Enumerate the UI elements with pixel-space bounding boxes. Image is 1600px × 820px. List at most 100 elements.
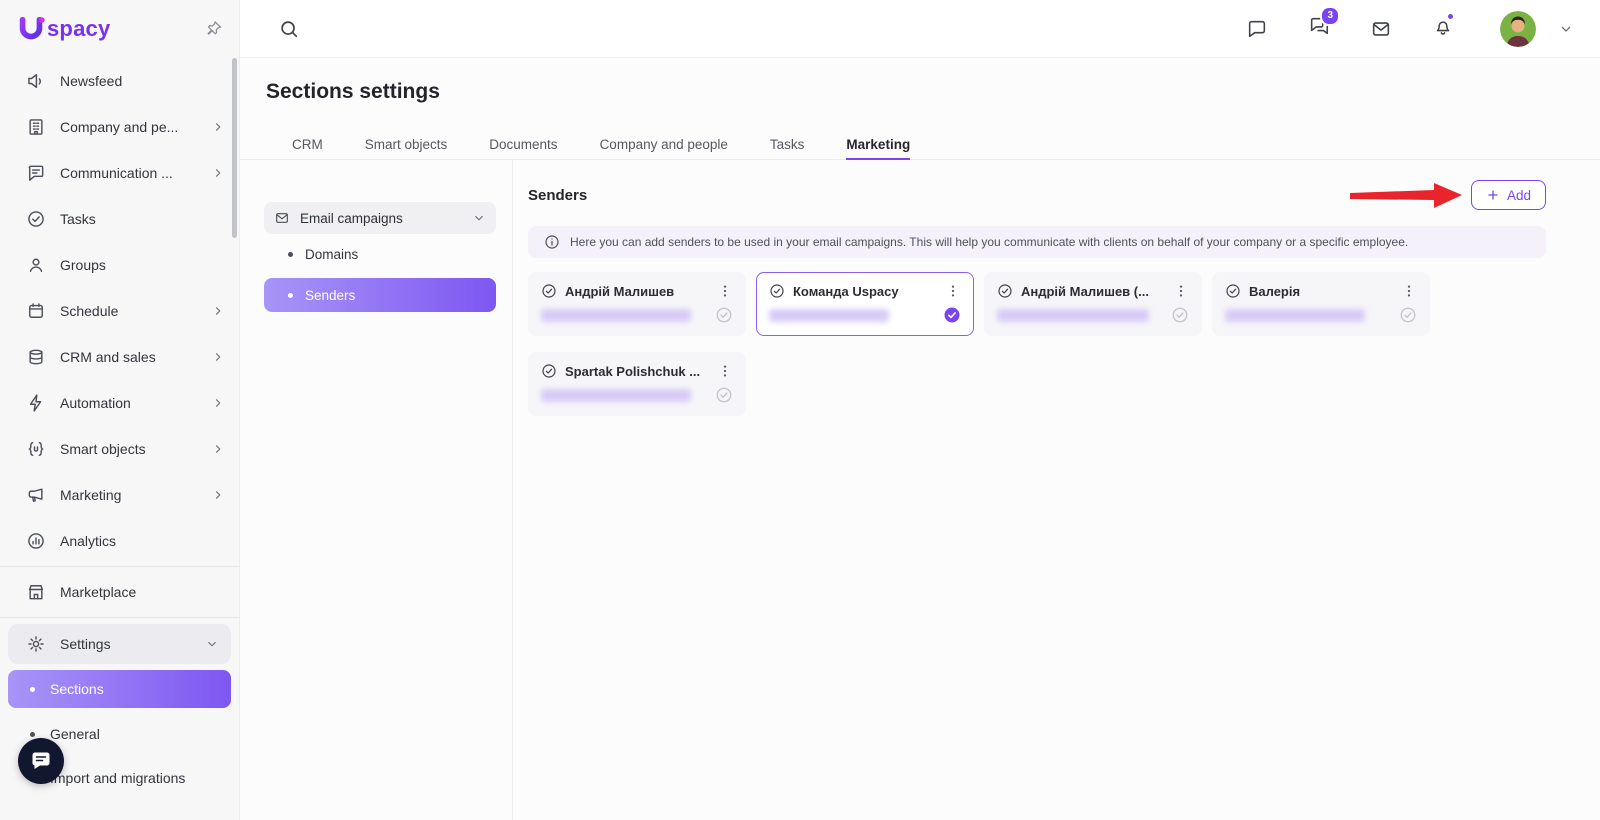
profile-chevron-down-icon[interactable]	[1558, 21, 1574, 37]
sender-card[interactable]: Андрій Малишев	[528, 272, 746, 336]
verified-check-icon	[997, 283, 1013, 299]
coins-icon	[26, 347, 46, 367]
analytics-icon	[26, 531, 46, 551]
vertical-divider	[512, 160, 513, 820]
tab-crm[interactable]: CRM	[292, 132, 323, 160]
sidebar-item-label: Company and pe...	[60, 119, 197, 135]
uspacy-logo[interactable]: spacy	[16, 14, 110, 44]
settings-body: Email campaigns Domains Senders Senders	[240, 160, 1600, 820]
sidebar-header: spacy	[0, 0, 239, 58]
chevron-down-icon	[205, 637, 219, 651]
select-circle-icon[interactable]	[715, 306, 733, 324]
gear-icon	[26, 634, 46, 654]
subnav-item-senders-active[interactable]: Senders	[264, 278, 496, 312]
sidebar-item-automation[interactable]: Automation	[0, 380, 239, 426]
sidebar-item-company-and-people[interactable]: Company and pe...	[0, 104, 239, 150]
sidebar-menu: Newsfeed Company and pe... Communication…	[0, 58, 239, 800]
sidebar-item-crm-and-sales[interactable]: CRM and sales	[0, 334, 239, 380]
sidebar-item-sections-active[interactable]: Sections	[8, 670, 231, 708]
sidebar-item-label: Settings	[60, 636, 191, 652]
tab-tasks[interactable]: Tasks	[770, 132, 805, 160]
sidebar-item-label: Sections	[50, 681, 104, 697]
verified-check-icon	[541, 363, 557, 379]
sender-card[interactable]: Андрій Малишев (...	[984, 272, 1202, 336]
select-circle-icon[interactable]	[1171, 306, 1189, 324]
more-menu-icon[interactable]	[945, 283, 961, 299]
verified-check-icon	[541, 283, 557, 299]
sidebar-item-marketplace[interactable]: Marketplace	[0, 569, 239, 615]
sender-card[interactable]: Spartak Polishchuk ...	[528, 352, 746, 416]
verified-check-icon	[1225, 283, 1241, 299]
more-menu-icon[interactable]	[717, 283, 733, 299]
sidebar-item-label: Smart objects	[60, 441, 197, 457]
subnav-group-email-campaigns[interactable]: Email campaigns	[264, 202, 496, 234]
info-text: Here you can add senders to be used in y…	[570, 235, 1408, 249]
sidebar-item-schedule[interactable]: Schedule	[0, 288, 239, 334]
sender-name: Команда Uspacy	[793, 284, 937, 299]
sender-name: Андрій Малишев (...	[1021, 284, 1165, 299]
tab-marketing[interactable]: Marketing	[846, 132, 910, 160]
pin-sidebar-icon[interactable]	[205, 20, 223, 38]
email-campaigns-subnav: Email campaigns Domains Senders	[264, 202, 496, 312]
chat-icon	[26, 163, 46, 183]
user-avatar[interactable]	[1500, 11, 1536, 47]
topbar-right: 3	[1246, 11, 1574, 47]
mail-icon[interactable]	[1370, 18, 1392, 40]
sidebar-item-label: Analytics	[60, 533, 225, 549]
blurred-email	[769, 309, 889, 322]
plus-icon	[1486, 188, 1500, 202]
tab-documents[interactable]: Documents	[489, 132, 557, 160]
sidebar-item-label: Tasks	[60, 211, 225, 227]
notifications-icon-wrap[interactable]	[1432, 15, 1454, 42]
tab-company-and-people[interactable]: Company and people	[600, 132, 728, 160]
add-sender-button[interactable]: Add	[1471, 180, 1546, 210]
info-banner: Here you can add senders to be used in y…	[528, 226, 1546, 258]
more-menu-icon[interactable]	[1401, 283, 1417, 299]
topbar: 3	[240, 0, 1600, 58]
sender-name: Андрій Малишев	[565, 284, 709, 299]
info-icon	[544, 234, 560, 250]
messenger-badge: 3	[1320, 6, 1340, 26]
chevron-down-icon	[472, 211, 486, 225]
more-menu-icon[interactable]	[1173, 283, 1189, 299]
sender-name: Валерія	[1249, 284, 1393, 299]
sidebar-item-label: Import and migrations	[50, 770, 185, 786]
sidebar-item-smart-objects[interactable]: Smart objects	[0, 426, 239, 472]
senders-panel: Senders Add Here you can add senders to …	[528, 160, 1546, 820]
select-circle-icon[interactable]	[715, 386, 733, 404]
main-content: Sections settings CRM Smart objects Docu…	[240, 58, 1600, 820]
blurred-email	[997, 309, 1149, 322]
tab-smart-objects[interactable]: Smart objects	[365, 132, 448, 160]
search-icon[interactable]	[278, 18, 300, 40]
calendar-icon	[26, 301, 46, 321]
megaphone-icon	[26, 485, 46, 505]
chevron-right-icon	[211, 166, 225, 180]
bullet-dot	[30, 732, 35, 737]
sidebar-item-marketing[interactable]: Marketing	[0, 472, 239, 518]
sidebar-item-analytics[interactable]: Analytics	[0, 518, 239, 564]
sidebar-item-label: Schedule	[60, 303, 197, 319]
sidebar-item-tasks[interactable]: Tasks	[0, 196, 239, 242]
bullet-dot	[288, 252, 293, 257]
sidebar-item-label: Automation	[60, 395, 197, 411]
more-menu-icon[interactable]	[717, 363, 733, 379]
sender-card[interactable]: Валерія	[1212, 272, 1430, 336]
subnav-item-domains[interactable]: Domains	[264, 238, 496, 270]
sidebar-scrollbar[interactable]	[232, 58, 237, 238]
sender-name: Spartak Polishchuk ...	[565, 364, 709, 379]
notification-dot	[1447, 13, 1454, 20]
intercom-launcher[interactable]	[18, 738, 64, 784]
sidebar-item-groups[interactable]: Groups	[0, 242, 239, 288]
tabs-bar: CRM Smart objects Documents Company and …	[240, 132, 1600, 160]
sidebar-item-label: Groups	[60, 257, 225, 273]
sidebar-item-settings[interactable]: Settings	[8, 624, 231, 664]
selected-check-icon[interactable]	[943, 306, 961, 324]
messenger-icon-wrap[interactable]: 3	[1308, 15, 1330, 42]
select-circle-icon[interactable]	[1399, 306, 1417, 324]
comments-icon[interactable]	[1246, 18, 1268, 40]
sidebar-item-communication[interactable]: Communication ...	[0, 150, 239, 196]
avatar-image	[1500, 11, 1536, 47]
sender-card-selected[interactable]: Команда Uspacy	[756, 272, 974, 336]
sidebar-item-newsfeed[interactable]: Newsfeed	[0, 58, 239, 104]
blurred-email	[1225, 309, 1365, 322]
